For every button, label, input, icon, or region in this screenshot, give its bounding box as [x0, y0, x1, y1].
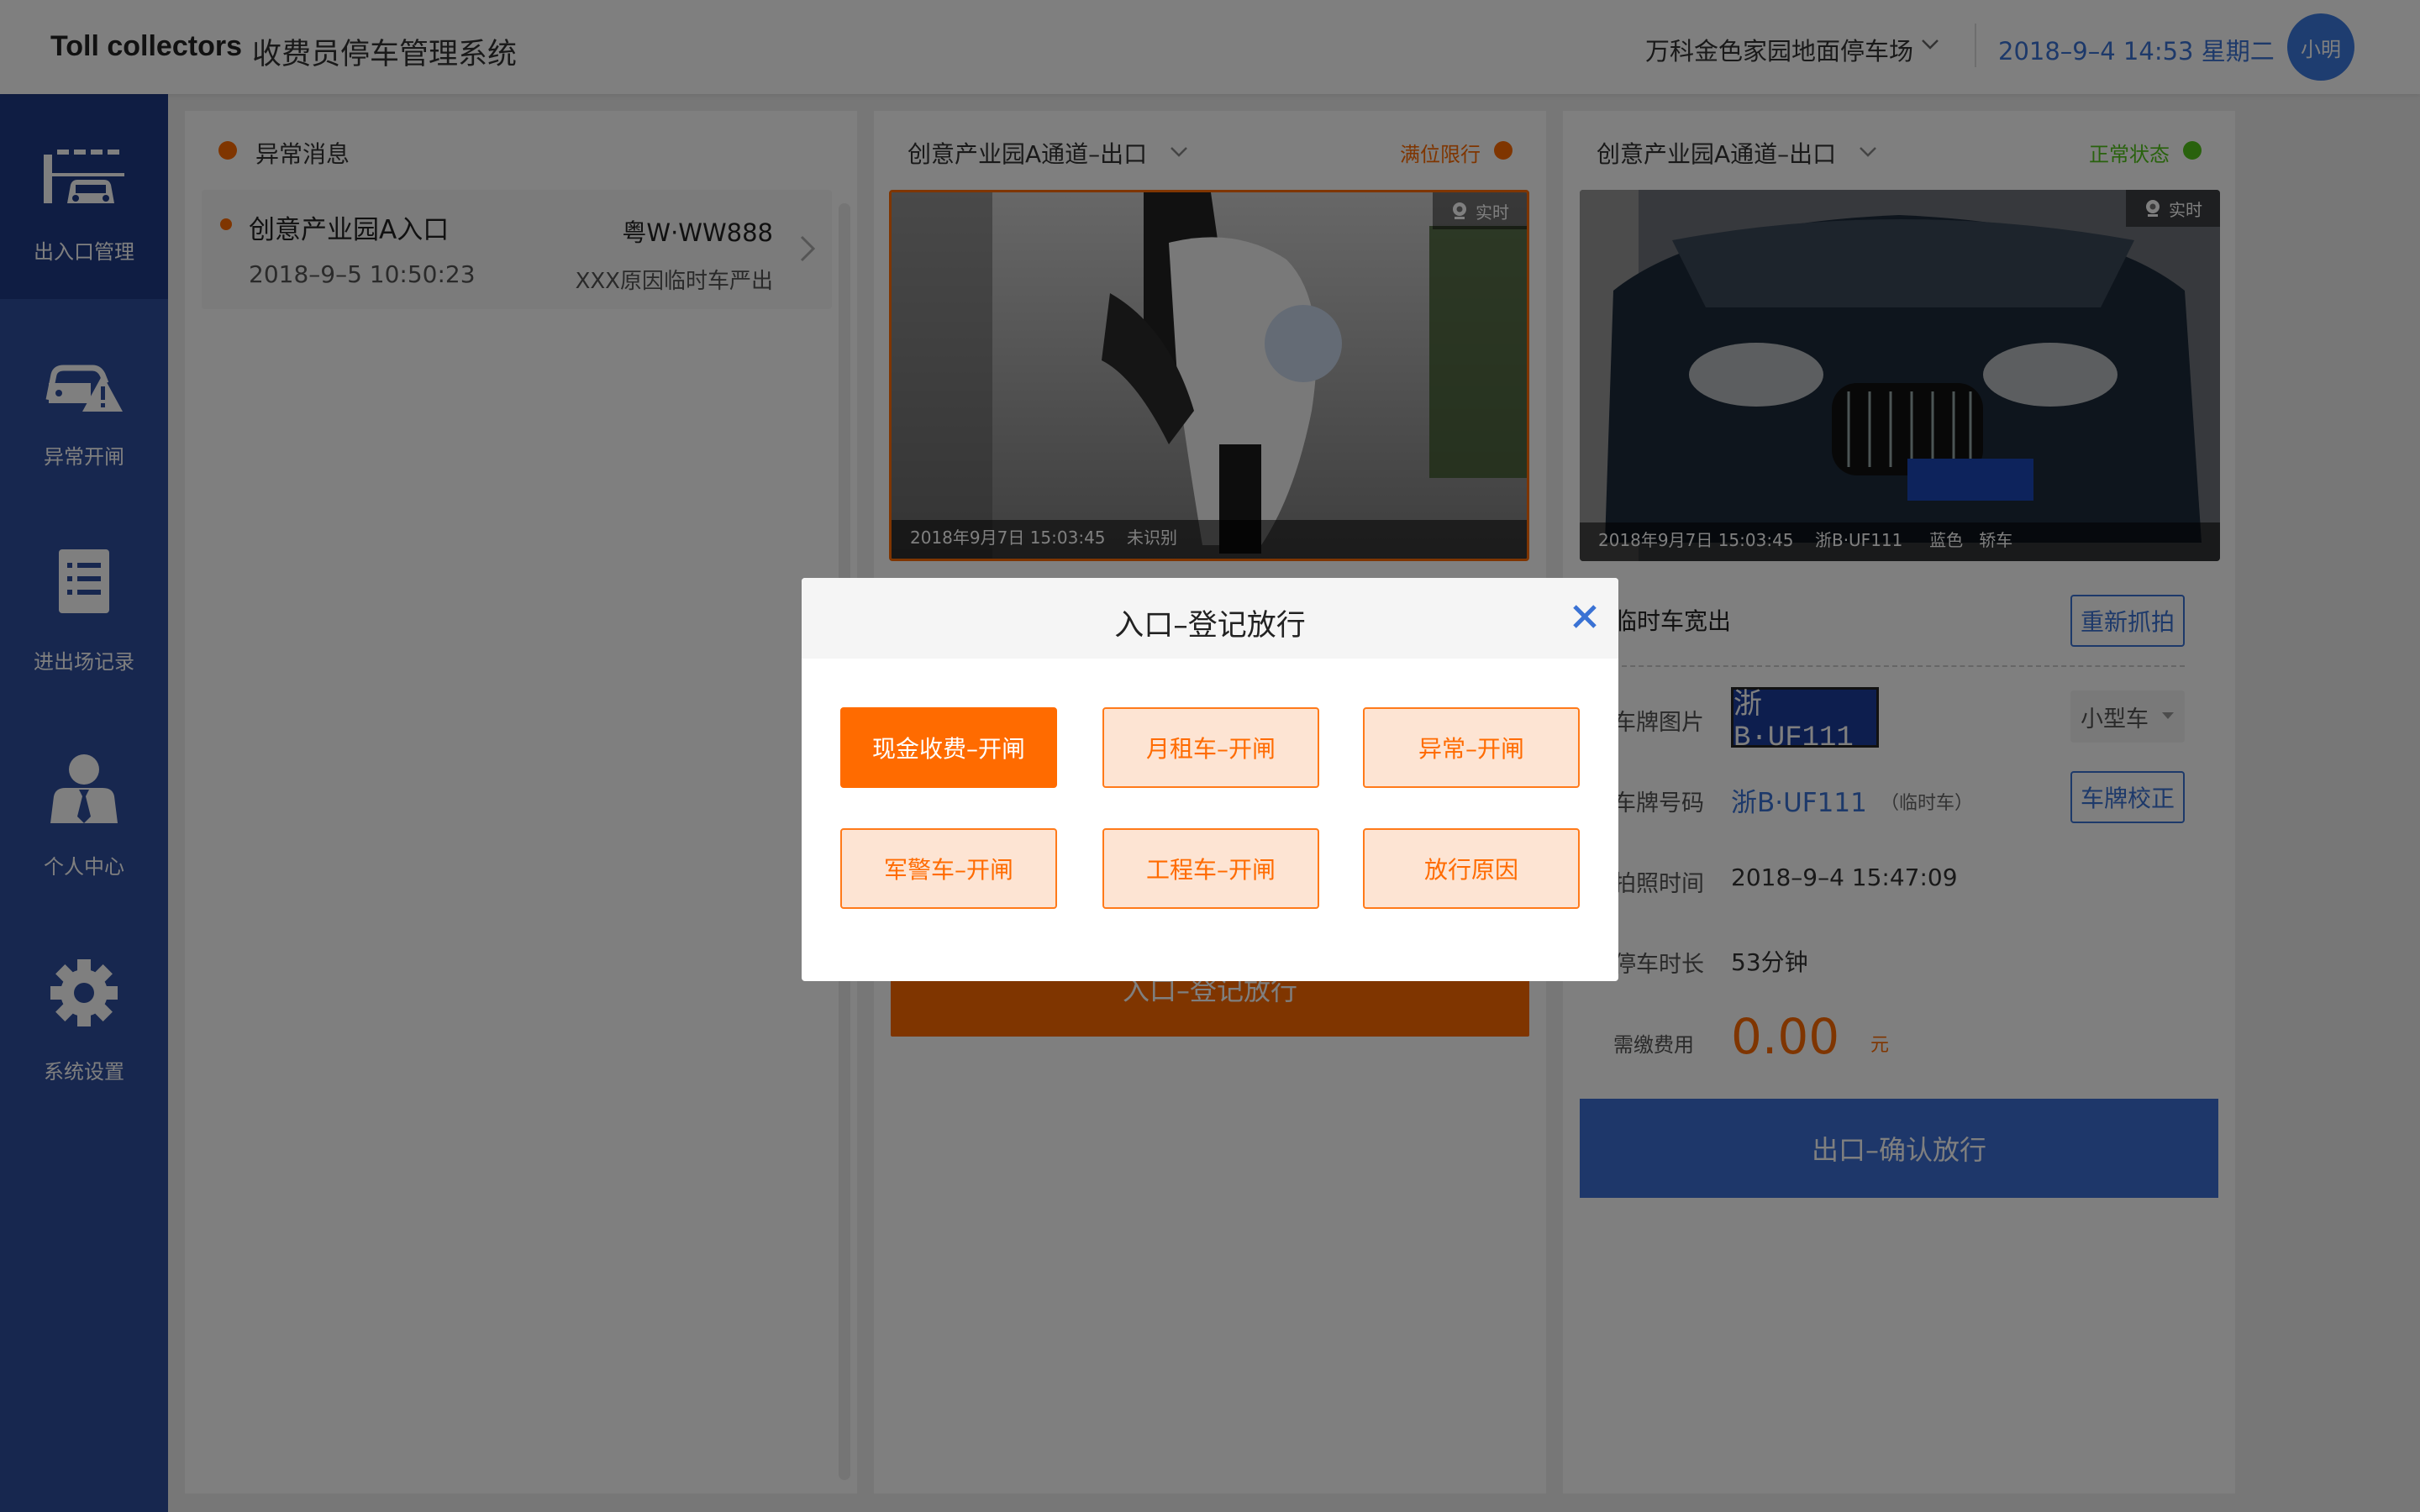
dialog-header: 入口–登记放行	[802, 578, 1618, 659]
engineering-car-open-button[interactable]: 工程车–开闸	[1102, 828, 1319, 909]
close-icon[interactable]	[1568, 600, 1602, 633]
cash-charge-open-button[interactable]: 现金收费–开闸	[840, 707, 1057, 788]
police-car-open-button[interactable]: 军警车–开闸	[840, 828, 1057, 909]
monthly-car-open-button[interactable]: 月租车–开闸	[1102, 707, 1319, 788]
release-reason-button[interactable]: 放行原因	[1363, 828, 1580, 909]
release-dialog: 入口–登记放行 现金收费–开闸 月租车–开闸 异常–开闸 军警车–开闸 工程车–…	[802, 578, 1618, 981]
abnormal-open-button[interactable]: 异常–开闸	[1363, 707, 1580, 788]
dialog-title: 入口–登记放行	[1114, 609, 1306, 643]
